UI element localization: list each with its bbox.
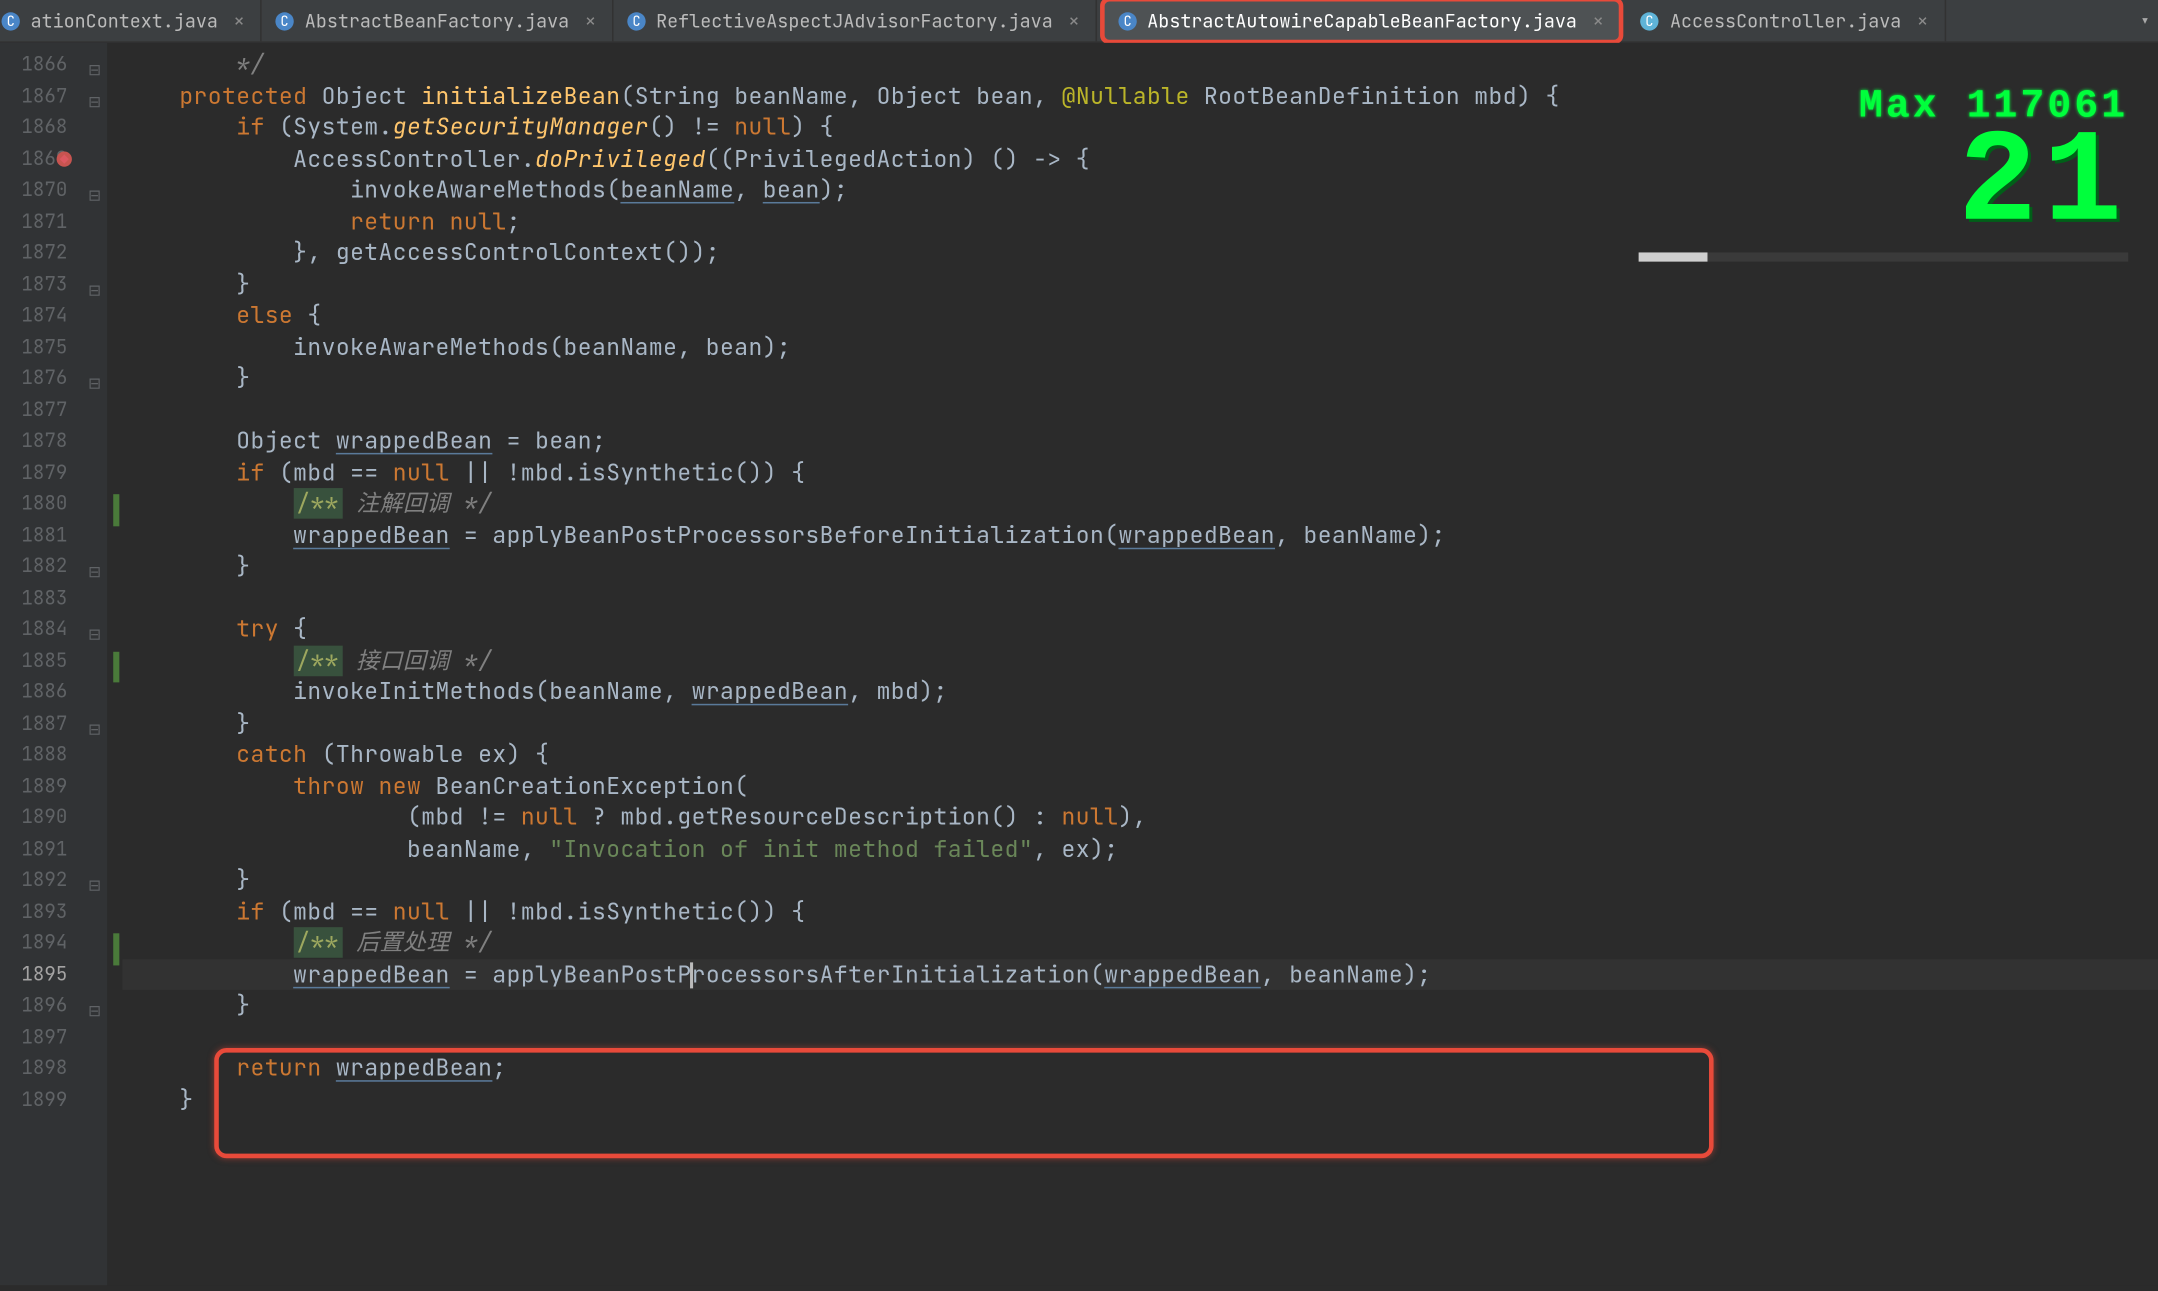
code-editor[interactable]: 1866186718681869187018711872187318741875… (0, 43, 2158, 1285)
svg-text:C: C (1646, 12, 1654, 30)
tab-label: ationContext.java (31, 8, 218, 32)
code-line[interactable]: /** 后置处理 */ (122, 927, 2158, 958)
fold-toggle[interactable]: ⊟ (88, 86, 101, 117)
code-line[interactable] (122, 582, 2158, 613)
tab-label: AccessController.java (1670, 8, 1901, 32)
svg-text:C: C (281, 12, 289, 30)
vcs-change-marker[interactable] (113, 494, 119, 525)
fold-toggle[interactable]: ⊟ (88, 181, 101, 212)
code-line[interactable]: } (122, 551, 2158, 582)
fold-toggle[interactable]: ⊟ (88, 620, 101, 651)
tab-accesscontroller[interactable]: C AccessController.java × (1627, 0, 1945, 41)
code-line[interactable]: wrappedBean = applyBeanPostProcessorsAft… (122, 959, 2158, 990)
tab-ationcontext[interactable]: C ationContext.java × (0, 0, 262, 41)
code-line[interactable]: Object wrappedBean = bean; (122, 425, 2158, 456)
fold-toggle[interactable]: ⊟ (88, 871, 101, 902)
code-line[interactable]: else { (122, 300, 2158, 331)
code-line[interactable]: AccessController.doPrivileged((Privilege… (122, 143, 2158, 174)
svg-text:C: C (1123, 12, 1131, 30)
svg-text:C: C (632, 12, 640, 30)
code-line[interactable]: invokeAwareMethods(beanName, bean); (122, 331, 2158, 362)
code-line[interactable]: return wrappedBean; (122, 1053, 2158, 1084)
tab-menu-dropdown[interactable]: ▾ (2131, 0, 2158, 41)
code-line[interactable]: invokeInitMethods(beanName, wrappedBean,… (122, 676, 2158, 707)
close-icon[interactable]: × (585, 8, 597, 34)
code-line[interactable]: catch (Throwable ex) { (122, 739, 2158, 770)
tab-reflectiveaspectj[interactable]: C ReflectiveAspectJAdvisorFactory.java × (613, 0, 1097, 41)
fold-toggle[interactable]: ⊟ (88, 996, 101, 1027)
fold-toggle[interactable]: ⊟ (88, 275, 101, 306)
code-line[interactable]: } (122, 1084, 2158, 1115)
svg-text:C: C (7, 12, 15, 30)
java-class-icon: C (626, 10, 647, 31)
code-line[interactable]: if (mbd == null || !mbd.isSynthetic()) { (122, 457, 2158, 488)
java-class-icon: C (274, 10, 295, 31)
code-line[interactable]: } (122, 269, 2158, 300)
code-line[interactable]: protected Object initializeBean(String b… (122, 80, 2158, 111)
vcs-change-marker[interactable] (113, 933, 119, 964)
fold-toggle[interactable]: ⊟ (88, 714, 101, 745)
code-area[interactable]: */ protected Object initializeBean(Strin… (107, 43, 2158, 1285)
code-line[interactable]: beanName, "Invocation of init method fai… (122, 833, 2158, 864)
code-line[interactable]: return null; (122, 206, 2158, 237)
code-line[interactable]: } (122, 864, 2158, 895)
tab-label: AbstractBeanFactory.java (305, 8, 569, 32)
close-icon[interactable]: × (1917, 8, 1929, 34)
fold-toggle[interactable]: ⊟ (88, 369, 101, 400)
tab-abstractautowire[interactable]: C AbstractAutowireCapableBeanFactory.jav… (1100, 0, 1624, 44)
tab-abstractbeanfactory[interactable]: C AbstractBeanFactory.java × (262, 0, 613, 41)
code-line[interactable] (122, 1021, 2158, 1052)
line-number-gutter[interactable]: 1866186718681869187018711872187318741875… (0, 43, 107, 1285)
code-line[interactable]: } (122, 363, 2158, 394)
code-line[interactable]: try { (122, 614, 2158, 645)
code-line[interactable]: if (System.getSecurityManager() != null)… (122, 112, 2158, 143)
breakpoint-icon[interactable] (55, 146, 73, 164)
code-line[interactable]: } (122, 990, 2158, 1021)
code-line[interactable] (122, 394, 2158, 425)
editor-tabbar: C ationContext.java × C AbstractBeanFact… (0, 0, 2158, 43)
code-line[interactable]: if (mbd == null || !mbd.isSynthetic()) { (122, 896, 2158, 927)
code-line[interactable]: } (122, 708, 2158, 739)
code-line[interactable]: (mbd != null ? mbd.getResourceDescriptio… (122, 802, 2158, 833)
close-icon[interactable]: × (233, 8, 245, 34)
tab-label: AbstractAutowireCapableBeanFactory.java (1147, 8, 1577, 32)
code-line[interactable]: /** 注解回调 */ (122, 488, 2158, 519)
code-line[interactable]: }, getAccessControlContext()); (122, 237, 2158, 268)
java-class-icon: C (0, 10, 21, 31)
code-line[interactable]: invokeAwareMethods(beanName, bean); (122, 174, 2158, 205)
code-line[interactable]: /** 接口回调 */ (122, 645, 2158, 676)
fold-toggle[interactable]: ⊟ (88, 557, 101, 588)
code-line[interactable]: */ (122, 49, 2158, 80)
code-line[interactable]: throw new BeanCreationException( (122, 770, 2158, 801)
java-class-icon: C (1117, 10, 1138, 31)
vcs-change-marker[interactable] (113, 651, 119, 682)
close-icon[interactable]: × (1068, 8, 1080, 34)
java-class-icon: C (1639, 10, 1660, 31)
fold-toggle[interactable]: ⊟ (88, 55, 101, 86)
tab-label: ReflectiveAspectJAdvisorFactory.java (656, 8, 1053, 32)
code-line[interactable]: wrappedBean = applyBeanPostProcessorsBef… (122, 519, 2158, 550)
close-icon[interactable]: × (1592, 8, 1604, 34)
